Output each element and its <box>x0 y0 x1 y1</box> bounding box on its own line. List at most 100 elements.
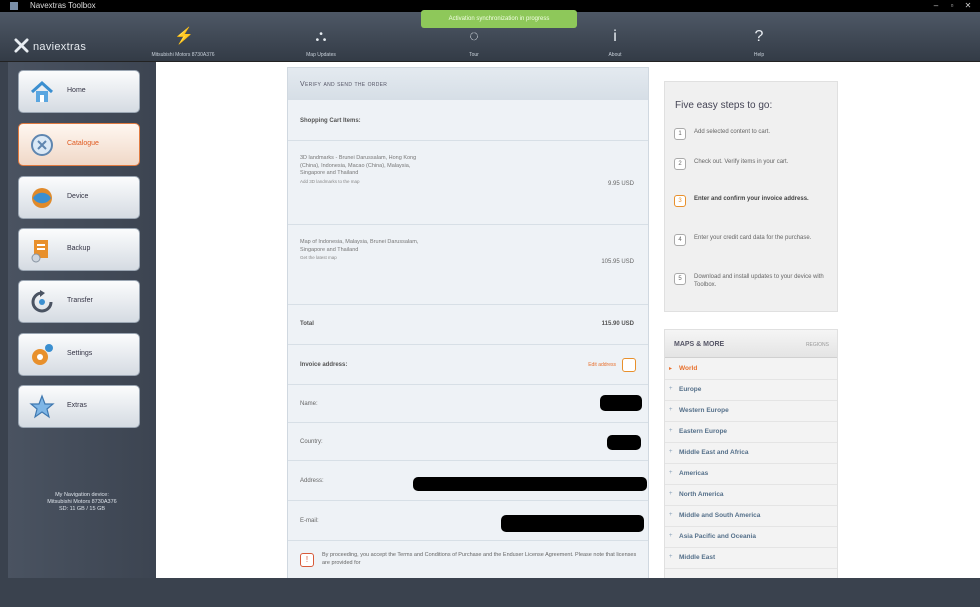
sidebar-item-extras[interactable]: Extras <box>18 385 140 428</box>
region-name: Eastern Europe <box>679 428 728 435</box>
tab-help-label: Help <box>753 52 765 58</box>
region-bullet-icon: + <box>669 512 673 518</box>
sidebar-item-transfer-label: Transfer <box>67 297 93 304</box>
order-heading: Verify and send the order <box>288 68 648 100</box>
email-row: E-mail: <box>288 500 648 540</box>
maximize-button[interactable]: ▫ <box>946 1 958 10</box>
total-label: Total <box>300 321 314 327</box>
region-name: Western Europe <box>679 407 729 414</box>
step-text: Enter and confirm your invoice address. <box>694 196 809 202</box>
region-item-middle-east[interactable]: + Middle East <box>665 548 837 569</box>
tab-device-connection[interactable]: ⚡ Mitsubishi Motors 8730A376 <box>128 24 238 62</box>
tab-about[interactable]: i About <box>560 24 670 62</box>
address-label: Address: <box>300 478 324 484</box>
region-item-middle-east-africa[interactable]: + Middle East and Africa <box>665 443 837 464</box>
tour-icon: ◌ <box>469 28 479 45</box>
window-left-edge <box>0 62 8 607</box>
total-row: Total 115.90 USD <box>288 304 648 344</box>
extras-icon <box>29 394 55 419</box>
cart-item-subtitle: Add 3D landmarks to the map <box>300 178 360 184</box>
sidebar-item-home[interactable]: Home <box>18 70 140 113</box>
main-content: Verify and send the order Shopping Cart … <box>156 62 980 580</box>
device-connect-icon: ⚡ <box>174 28 194 45</box>
sync-notice: Activation synchronization in progress <box>421 10 577 28</box>
catalogue-icon <box>31 134 53 156</box>
step-text: Add selected content to cart. <box>694 129 771 135</box>
region-item-western-europe[interactable]: + Western Europe <box>665 401 837 422</box>
sidebar-item-backup[interactable]: Backup <box>18 228 140 271</box>
region-item-north-america[interactable]: + North America <box>665 485 837 506</box>
region-bullet-icon: + <box>669 533 673 539</box>
region-bullet-icon: + <box>669 491 673 497</box>
region-name: Middle and South America <box>679 512 761 519</box>
region-name: Middle East <box>679 554 716 561</box>
tab-map-updates-label: Map Updates <box>306 52 336 58</box>
device-info: My Navigation device: Mitsubishi Motors … <box>8 492 156 513</box>
region-item-middle-south-america[interactable]: + Middle and South America <box>665 506 837 527</box>
region-bullet-icon: + <box>669 386 673 392</box>
tab-help[interactable]: ? Help <box>704 24 814 62</box>
maps-and-more-panel: MAPS & MORE REGIONS ▸ World + Europe + West… <box>664 329 838 579</box>
name-redacted <box>600 395 642 411</box>
cart-item-title: 3D landmarks - Brunei Darussalam, Hong K… <box>300 155 417 176</box>
step-number: 5 <box>674 273 686 285</box>
cart-item-title: Map of Indonesia, Malaysia, Brunei Darus… <box>300 239 419 253</box>
edit-address-icon[interactable] <box>622 358 636 372</box>
app-window-icon <box>10 2 18 10</box>
region-name: Americas <box>679 470 709 477</box>
region-bullet-icon: + <box>669 470 673 476</box>
tab-tour[interactable]: ◌ Tour <box>419 24 529 62</box>
region-item-world[interactable]: ▸ World <box>665 359 837 380</box>
tab-about-label: About <box>608 52 622 58</box>
cart-item-subtitle: Get the latest map <box>300 255 337 260</box>
sidebar-item-catalogue[interactable]: Catalogue <box>18 123 140 166</box>
region-item-americas[interactable]: + Americas <box>665 464 837 485</box>
maps-and-more-header: MAPS & MORE REGIONS <box>665 330 837 358</box>
help-icon: ? <box>754 28 764 45</box>
sidebar: Home Catalogue Device Backup Transfer Se… <box>8 62 156 578</box>
country-label: Country: <box>300 439 323 445</box>
maps-and-more-title: MAPS & MORE <box>674 341 725 348</box>
steps-title: Five easy steps to go: <box>675 100 773 111</box>
region-bullet-icon: + <box>669 428 673 434</box>
region-item-eastern-europe[interactable]: + Eastern Europe <box>665 422 837 443</box>
close-button[interactable]: ✕ <box>962 1 974 10</box>
region-name: North America <box>679 491 724 498</box>
app-logo: naviextras <box>14 35 86 53</box>
warning-icon: ! <box>300 553 314 567</box>
region-bullet-icon: + <box>669 554 673 560</box>
invoice-address-row: Invoice address: Edit address <box>288 344 648 384</box>
address-row: Address: <box>288 460 648 500</box>
address-redacted <box>413 477 647 491</box>
transfer-icon <box>31 290 53 313</box>
cart-item-price: 105.95 USD <box>601 259 634 265</box>
step-number: 4 <box>674 234 686 246</box>
order-panel: Verify and send the order Shopping Cart … <box>287 67 649 580</box>
sidebar-item-settings-label: Settings <box>67 350 93 357</box>
sidebar-item-device[interactable]: Device <box>18 176 140 219</box>
device-info-line1: My Navigation device: <box>55 492 109 498</box>
step-text: Check out. Verify items in your cart. <box>694 159 789 165</box>
minimize-button[interactable]: – <box>930 1 942 10</box>
maps-and-more-regions-label: REGIONS <box>805 342 829 348</box>
tab-tour-label: Tour <box>469 52 479 58</box>
sidebar-item-transfer[interactable]: Transfer <box>18 280 140 323</box>
region-item-europe[interactable]: + Europe <box>665 380 837 401</box>
sidebar-item-settings[interactable]: Settings <box>18 333 140 376</box>
invoice-address-label: Invoice address: <box>300 362 348 368</box>
cart-label-row: Shopping Cart Items: <box>288 100 648 140</box>
app-window: Navextras Toolbox – ▫ ✕ Activation synch… <box>0 0 980 607</box>
step-text: Enter your credit card data for the purc… <box>694 235 812 241</box>
edit-address-link[interactable]: Edit address <box>588 362 616 368</box>
region-item-asia-pacific[interactable]: + Asia Pacific and Oceania <box>665 527 837 548</box>
email-redacted <box>501 515 644 532</box>
total-value: 115.90 USD <box>601 321 634 327</box>
region-name: Asia Pacific and Oceania <box>679 533 756 540</box>
backup-icon <box>31 240 48 263</box>
region-name: Europe <box>679 386 702 393</box>
tab-device-connection-label: Mitsubishi Motors 8730A376 <box>151 52 215 58</box>
tab-map-updates[interactable]: ⛬ Map Updates <box>266 24 376 62</box>
map-updates-icon: ⛬ <box>315 28 327 45</box>
cart-item-price: 9.95 USD <box>607 181 634 187</box>
cart-item-description: Map of Indonesia, Malaysia, Brunei Darus… <box>300 239 425 263</box>
